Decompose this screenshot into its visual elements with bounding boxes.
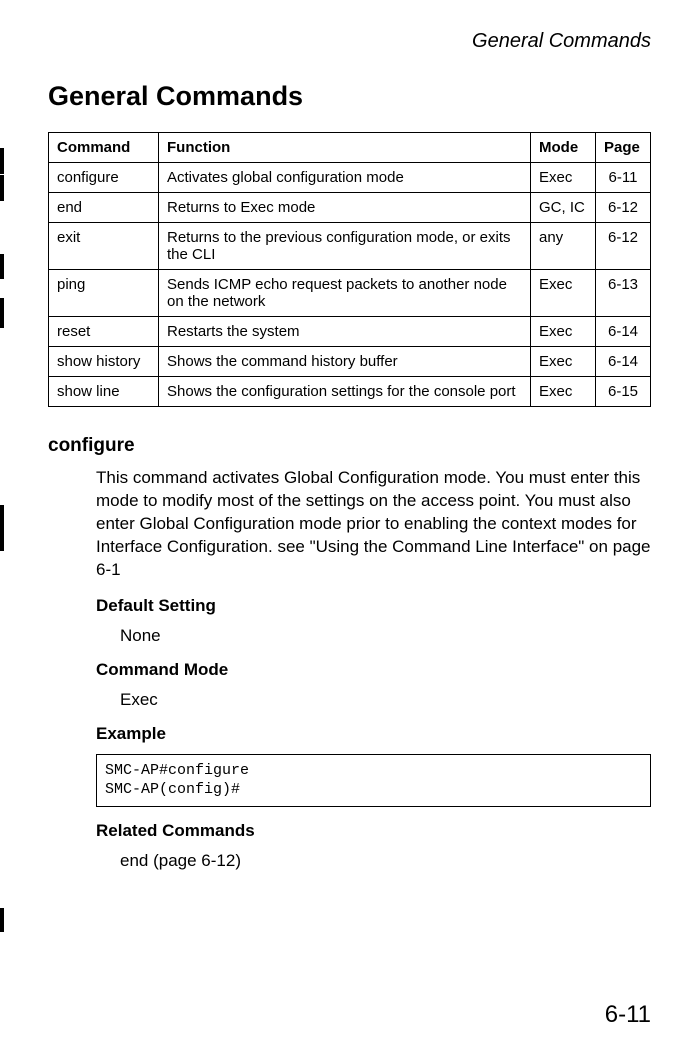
page-number: 6-11 [605,1001,651,1029]
default-setting-heading: Default Setting [96,596,651,616]
cell-mode: Exec [531,317,596,347]
cell-page: 6-13 [596,270,651,317]
cell-mode: Exec [531,347,596,377]
page-title: General Commands [48,81,651,112]
running-header: General Commands [48,30,651,53]
cell-command: end [49,193,159,223]
cell-command: configure [49,163,159,193]
cell-command: reset [49,317,159,347]
example-code: SMC-AP#configure SMC-AP(config)# [96,754,651,807]
configure-description: This command activates Global Configurat… [96,467,651,582]
default-setting-value: None [120,626,651,646]
cell-function: Returns to Exec mode [159,193,531,223]
commands-table: Command Function Mode Page configure Act… [48,132,651,407]
table-header-page: Page [596,133,651,163]
cell-command: show line [49,377,159,407]
cell-function: Sends ICMP echo request packets to anoth… [159,270,531,317]
cell-page: 6-14 [596,317,651,347]
cell-mode: any [531,223,596,270]
change-bar [0,175,4,201]
table-row: end Returns to Exec mode GC, IC 6-12 [49,193,651,223]
example-heading: Example [96,724,651,744]
cell-mode: Exec [531,163,596,193]
table-row: show line Shows the configuration settin… [49,377,651,407]
table-header-row: Command Function Mode Page [49,133,651,163]
cell-function: Returns to the previous configuration mo… [159,223,531,270]
cell-page: 6-11 [596,163,651,193]
cell-function: Shows the command history buffer [159,347,531,377]
cell-function: Restarts the system [159,317,531,347]
related-commands-heading: Related Commands [96,821,651,841]
table-row: exit Returns to the previous configurati… [49,223,651,270]
change-bar [0,505,4,551]
cell-page: 6-15 [596,377,651,407]
cell-page: 6-12 [596,223,651,270]
table-row: show history Shows the command history b… [49,347,651,377]
cell-mode: GC, IC [531,193,596,223]
table-row: configure Activates global configuration… [49,163,651,193]
cell-command: exit [49,223,159,270]
table-header-function: Function [159,133,531,163]
cell-command: show history [49,347,159,377]
table-row: reset Restarts the system Exec 6-14 [49,317,651,347]
cell-page: 6-12 [596,193,651,223]
change-bar [0,908,4,932]
cell-function: Activates global configuration mode [159,163,531,193]
related-commands-value: end (page 6-12) [120,851,651,871]
table-header-command: Command [49,133,159,163]
cell-function: Shows the configuration settings for the… [159,377,531,407]
change-bar [0,148,4,174]
section-heading-configure: configure [48,435,651,457]
table-row: ping Sends ICMP echo request packets to … [49,270,651,317]
change-bar [0,254,4,279]
change-bar [0,298,4,328]
cell-mode: Exec [531,270,596,317]
cell-page: 6-14 [596,347,651,377]
command-mode-value: Exec [120,690,651,710]
table-header-mode: Mode [531,133,596,163]
cell-mode: Exec [531,377,596,407]
command-mode-heading: Command Mode [96,660,651,680]
cell-command: ping [49,270,159,317]
